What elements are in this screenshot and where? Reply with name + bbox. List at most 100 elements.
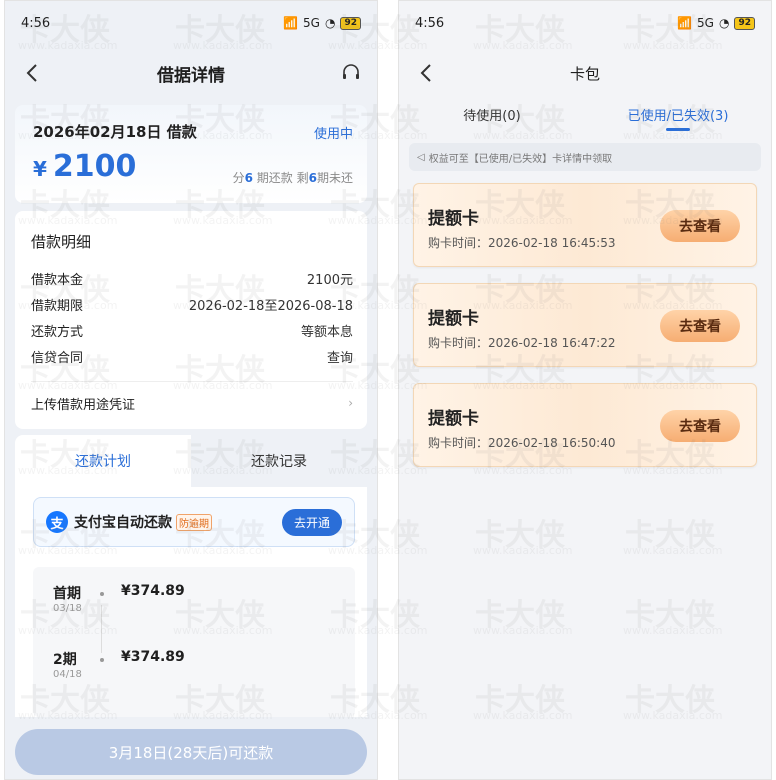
installment-mid: 期还款 剩 bbox=[252, 171, 309, 185]
remaining-count: 6 bbox=[308, 171, 317, 185]
upload-proof-row[interactable]: 上传借款用途凭证 › bbox=[31, 391, 353, 415]
currency-symbol: ¥ bbox=[33, 157, 47, 181]
tab-used-label: 已使用/已失效(3) bbox=[627, 109, 729, 124]
card-tabs: 待使用(0) 已使用/已失效(3) bbox=[399, 101, 771, 141]
loan-date: 2026年02月18日 借款 bbox=[33, 123, 197, 141]
detail-value: 等额本息 bbox=[300, 325, 353, 340]
detail-row-method: 还款方式 等额本息 bbox=[31, 321, 353, 341]
installment-prefix: 分 bbox=[232, 171, 245, 185]
detail-row-principal: 借款本金 2100元 bbox=[31, 269, 353, 289]
loan-summary-card: 2026年02月18日 借款 使用中 ¥2100 分6 期还款 剩6期未还 bbox=[15, 105, 367, 203]
page-title: 卡包 bbox=[569, 64, 600, 83]
contract-query-link[interactable]: 查询 bbox=[327, 347, 353, 367]
alipay-label: 支付宝自动还款 bbox=[74, 515, 172, 531]
repay-button[interactable]: 3月18日(28天后)可还款 bbox=[15, 729, 367, 775]
status-bar: 4:56 📶 5G ◔ 92 bbox=[5, 1, 377, 45]
detail-label: 借款期限 bbox=[31, 299, 84, 314]
coupon-time: 购卡时间：2026-02-18 16:50:40 bbox=[428, 434, 615, 451]
tab-repayment-plan[interactable]: 还款计划 bbox=[15, 435, 191, 487]
coupon-name: 提额卡 bbox=[428, 209, 479, 229]
tab-used-expired[interactable]: 已使用/已失效(3) bbox=[585, 101, 771, 141]
schedule-item: 2期 04/18 ¥374.89 bbox=[53, 649, 333, 705]
installment-count: 6 bbox=[244, 171, 253, 185]
detail-label: 还款方式 bbox=[31, 325, 84, 340]
loan-amount: ¥2100 bbox=[33, 149, 136, 184]
wifi-icon: ◔ bbox=[718, 16, 730, 30]
installment-suffix: 期未还 bbox=[316, 171, 353, 185]
tab-unused[interactable]: 待使用(0) bbox=[399, 101, 585, 141]
card-wallet-screen: 4:56 📶 5G ◔ 92 卡包 待使用(0) 已使用/已失效(3) ◁ 权益… bbox=[398, 0, 772, 780]
loan-detail-screen: 4:56 📶 5G ◔ 92 借据详情 2026年02月18日 借款 使用中 ¥… bbox=[4, 0, 378, 780]
schedule-amount: ¥374.89 bbox=[121, 583, 185, 599]
timeline-dot bbox=[100, 592, 104, 596]
signal-icon: 📶 bbox=[677, 16, 693, 30]
schedule-period: 2期 bbox=[53, 652, 77, 668]
speaker-icon: ◁ bbox=[417, 151, 425, 163]
active-tab-indicator bbox=[666, 128, 690, 131]
enable-autopay-button[interactable]: 去开通 bbox=[281, 508, 342, 536]
installment-info: 分6 期还款 剩6期未还 bbox=[233, 169, 353, 186]
status-icons: 📶 5G ◔ 92 bbox=[283, 16, 361, 30]
detail-value: 2026-02-18至2026-08-18 bbox=[188, 299, 353, 314]
coupon-name: 提额卡 bbox=[428, 309, 479, 329]
chevron-left-icon bbox=[26, 64, 37, 82]
coupon-card[interactable]: 提额卡 购卡时间：2026-02-18 16:47:22 去查看 bbox=[413, 283, 757, 367]
coupon-time-label: 购卡时间： bbox=[428, 336, 489, 350]
detail-value: 2100元 bbox=[306, 273, 353, 288]
detail-row-contract[interactable]: 信贷合同 查询 bbox=[31, 347, 353, 367]
nav-bar: 借据详情 bbox=[5, 45, 377, 101]
notice-bar: ◁ 权益可至【已使用/已失效】卡详情中领取 bbox=[409, 143, 761, 171]
repayment-plan-panel: 支 支付宝自动还款 防逾期 去开通 首期 03/18 ¥374.89 2期 04… bbox=[15, 487, 367, 717]
timeline-line bbox=[101, 605, 102, 653]
status-icons: 📶 5G ◔ 92 bbox=[677, 16, 755, 30]
loan-amount-value: 2100 bbox=[52, 149, 137, 184]
divider bbox=[31, 381, 353, 382]
detail-label: 借款本金 bbox=[31, 273, 84, 288]
alipay-autopay-banner: 支 支付宝自动还款 防逾期 去开通 bbox=[33, 497, 355, 547]
coupon-time-value: 2026-02-18 16:47:22 bbox=[488, 336, 616, 350]
status-time: 4:56 bbox=[21, 15, 51, 31]
tab-repayment-record[interactable]: 还款记录 bbox=[191, 435, 367, 487]
detail-row-term: 借款期限 2026-02-18至2026-08-18 bbox=[31, 295, 353, 315]
back-button[interactable] bbox=[413, 59, 439, 87]
alipay-icon: 支 bbox=[46, 511, 68, 533]
coupon-time: 购卡时间：2026-02-18 16:45:53 bbox=[428, 234, 615, 251]
coupon-time-value: 2026-02-18 16:45:53 bbox=[488, 236, 616, 250]
detail-title: 借款明细 bbox=[31, 233, 92, 251]
overdue-badge: 防逾期 bbox=[176, 513, 212, 531]
chevron-right-icon: › bbox=[348, 396, 353, 410]
view-coupon-button[interactable]: 去查看 bbox=[660, 210, 740, 242]
schedule-date: 04/18 bbox=[53, 669, 82, 680]
detail-label: 信贷合同 bbox=[31, 351, 84, 366]
upload-proof-label: 上传借款用途凭证 bbox=[31, 397, 136, 413]
screenshot-stage: 4:56 📶 5G ◔ 92 借据详情 2026年02月18日 借款 使用中 ¥… bbox=[0, 0, 776, 780]
view-coupon-button[interactable]: 去查看 bbox=[660, 310, 740, 342]
coupon-card[interactable]: 提额卡 购卡时间：2026-02-18 16:50:40 去查看 bbox=[413, 383, 757, 467]
tab-unused-label: 待使用(0) bbox=[463, 109, 521, 124]
status-bar: 4:56 📶 5G ◔ 92 bbox=[399, 1, 771, 45]
coupon-card[interactable]: 提额卡 购卡时间：2026-02-18 16:45:53 去查看 bbox=[413, 183, 757, 267]
battery-icon: 92 bbox=[340, 16, 361, 30]
notice-text: 权益可至【已使用/已失效】卡详情中领取 bbox=[428, 153, 613, 165]
battery-icon: 92 bbox=[734, 16, 755, 30]
repayment-schedule: 首期 03/18 ¥374.89 2期 04/18 ¥374.89 bbox=[33, 567, 355, 717]
network-label: 5G bbox=[697, 16, 714, 30]
plan-tabs: 还款计划 还款记录 bbox=[15, 435, 367, 487]
coupon-time-label: 购卡时间： bbox=[428, 236, 489, 250]
coupon-time-label: 购卡时间： bbox=[428, 436, 489, 450]
back-button[interactable] bbox=[19, 59, 45, 87]
view-coupon-button[interactable]: 去查看 bbox=[660, 410, 740, 442]
coupon-time: 购卡时间：2026-02-18 16:47:22 bbox=[428, 334, 615, 351]
page-title: 借据详情 bbox=[157, 65, 225, 86]
status-time: 4:56 bbox=[415, 15, 445, 31]
customer-service-icon[interactable] bbox=[341, 63, 361, 83]
schedule-period: 首期 bbox=[53, 586, 81, 602]
timeline-dot bbox=[100, 658, 104, 662]
loan-detail-card: 借款明细 借款本金 2100元 借款期限 2026-02-18至2026-08-18… bbox=[15, 211, 367, 429]
loan-status-badge: 使用中 bbox=[313, 127, 353, 142]
chevron-left-icon bbox=[420, 64, 431, 82]
nav-bar: 卡包 bbox=[399, 45, 771, 101]
schedule-item: 首期 03/18 ¥374.89 bbox=[53, 583, 333, 653]
wifi-icon: ◔ bbox=[324, 16, 336, 30]
coupon-time-value: 2026-02-18 16:50:40 bbox=[488, 436, 616, 450]
